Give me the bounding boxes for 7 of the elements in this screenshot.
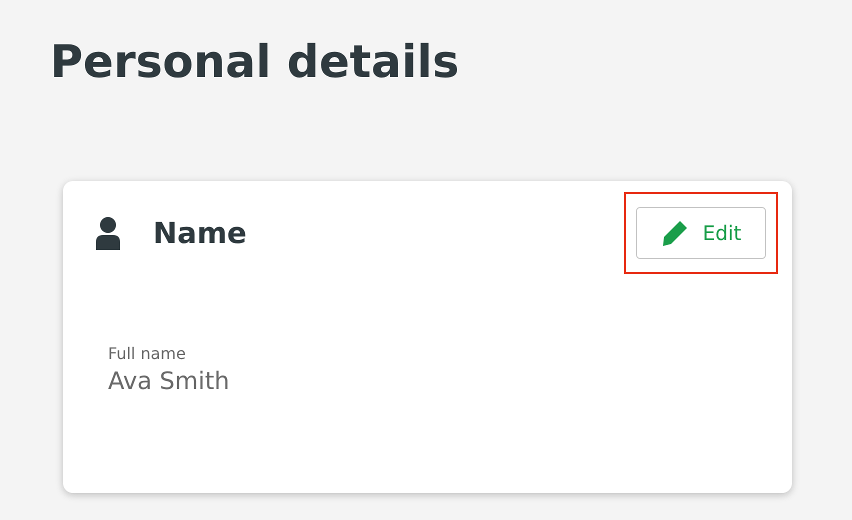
field-value: Ava Smith (108, 367, 230, 395)
person-icon (95, 216, 121, 250)
card-title: Name (153, 216, 247, 250)
pencil-icon (660, 219, 689, 247)
edit-button[interactable]: Edit (636, 207, 766, 259)
page-title: Personal details (50, 34, 460, 90)
field-label: Full name (108, 344, 187, 363)
